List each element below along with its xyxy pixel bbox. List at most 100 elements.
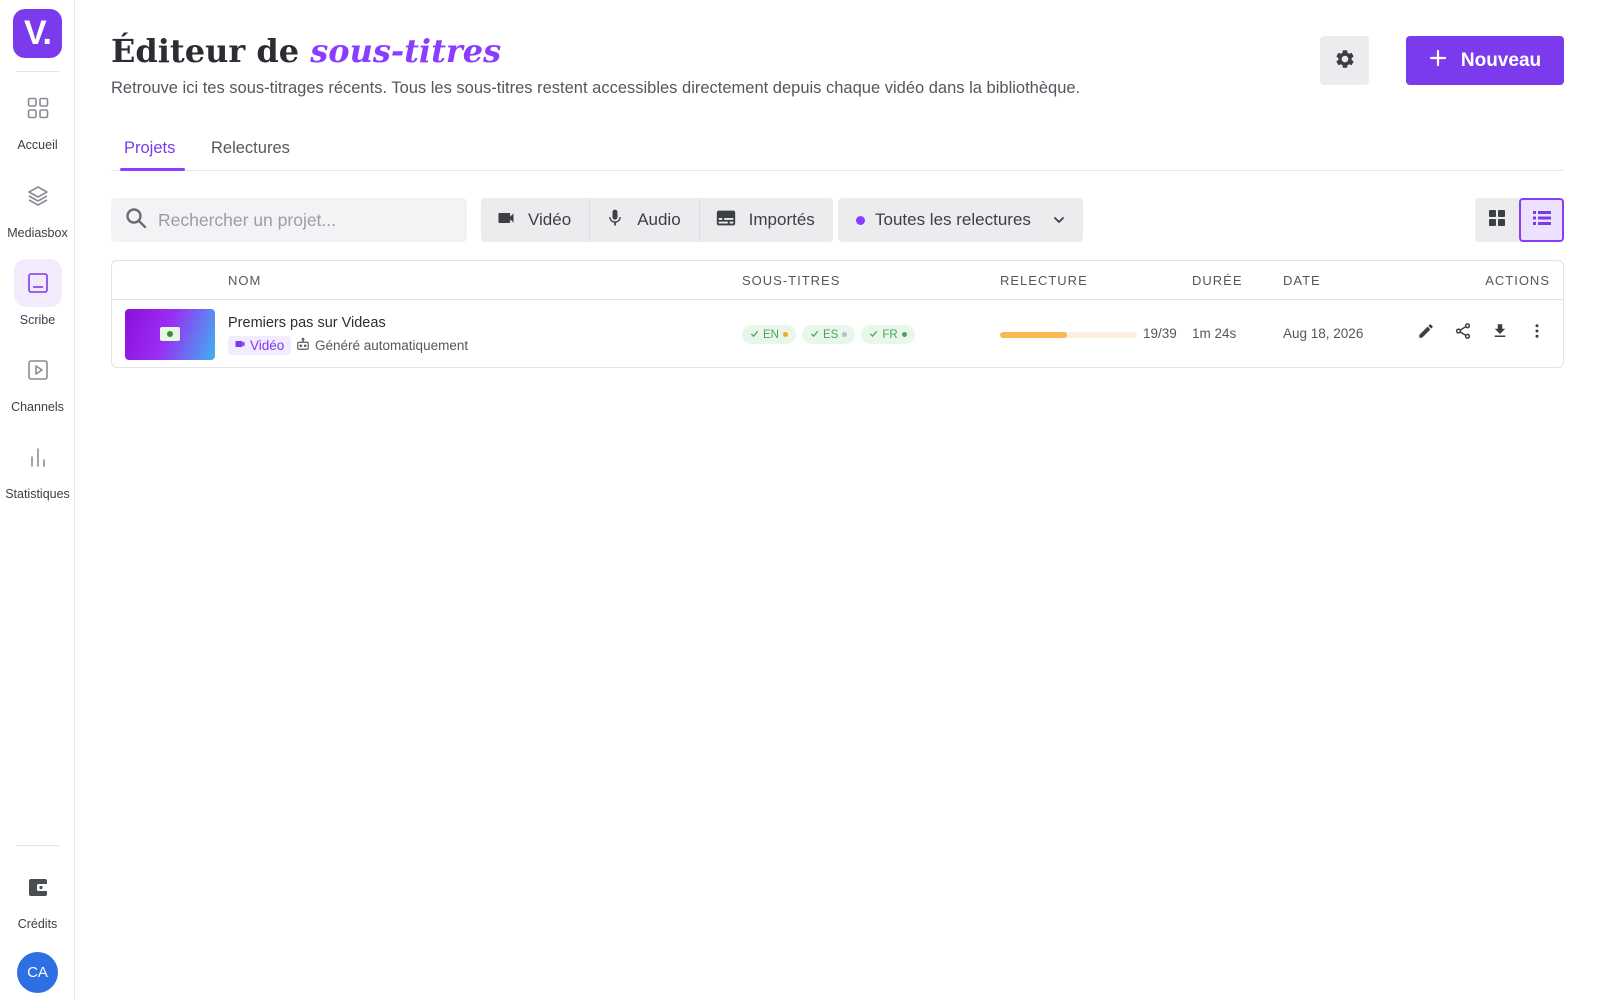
sidebar-item-label: Mediasbox bbox=[7, 226, 68, 240]
filter-label: Importés bbox=[748, 210, 815, 229]
language-status-dot bbox=[901, 332, 907, 337]
column-header-duree[interactable]: Durée bbox=[1192, 273, 1243, 288]
row-actions bbox=[1414, 321, 1549, 345]
check-icon bbox=[810, 329, 819, 341]
tab-relectures[interactable]: Relectures bbox=[211, 139, 290, 158]
origin-text: Généré automatiquement bbox=[315, 338, 469, 353]
column-header-sous-titres[interactable]: Sous-titres bbox=[742, 273, 840, 288]
column-header-nom[interactable]: Nom bbox=[228, 273, 261, 288]
share-button[interactable] bbox=[1451, 321, 1475, 345]
sidebar-item-label: Scribe bbox=[19, 313, 56, 327]
list-view-icon bbox=[1532, 210, 1551, 231]
microphone-icon bbox=[605, 208, 625, 233]
sidebar-item-scribe[interactable]: Scribe bbox=[0, 259, 75, 327]
play-square-icon bbox=[14, 346, 62, 394]
type-badge-label: Vidéo bbox=[250, 338, 285, 353]
robot-icon bbox=[296, 337, 310, 354]
review-progress-fill bbox=[1000, 332, 1067, 338]
status-dot bbox=[856, 215, 865, 225]
filter-label: Vidéo bbox=[528, 210, 572, 229]
layers-icon bbox=[14, 172, 62, 220]
tab-projets[interactable]: Projets bbox=[124, 139, 175, 158]
column-header-date[interactable]: Date bbox=[1283, 273, 1321, 288]
chevron-down-icon bbox=[1051, 212, 1067, 233]
subtitles-icon bbox=[715, 207, 737, 234]
sidebar-item-label: Crédits bbox=[17, 917, 58, 931]
sidebar-item-label: Statistiques bbox=[5, 487, 70, 501]
new-button-label: Nouveau bbox=[1460, 49, 1542, 71]
search-input[interactable] bbox=[158, 209, 438, 231]
sidebar-item-statistiques[interactable]: Statistiques bbox=[0, 433, 75, 501]
more-vertical-icon bbox=[1528, 322, 1546, 345]
filter-audio-button[interactable]: Audio bbox=[590, 198, 700, 242]
search-box bbox=[111, 198, 467, 242]
edit-button[interactable] bbox=[1414, 321, 1438, 345]
sidebar-item-label: Channels bbox=[11, 400, 64, 414]
table-header-divider bbox=[112, 299, 1563, 300]
grid-view-icon bbox=[1488, 209, 1506, 232]
language-code: EN bbox=[763, 328, 779, 341]
language-code: ES bbox=[822, 328, 839, 341]
subtitles-icon bbox=[13, 259, 62, 307]
filter-imported-button[interactable]: Importés bbox=[700, 198, 833, 242]
bar-chart-icon bbox=[14, 433, 62, 481]
origin-label: Généré automatiquement bbox=[296, 336, 468, 355]
view-toggle bbox=[1475, 198, 1564, 242]
new-project-button[interactable]: Nouveau bbox=[1406, 36, 1564, 85]
download-button[interactable] bbox=[1488, 321, 1512, 345]
search-icon bbox=[124, 206, 148, 235]
filter-label: Audio bbox=[637, 210, 681, 229]
language-status-dot bbox=[782, 332, 788, 337]
grid-view-button[interactable] bbox=[1475, 198, 1519, 242]
list-view-button[interactable] bbox=[1519, 198, 1564, 242]
sidebar-item-credits[interactable]: Crédits bbox=[0, 863, 75, 931]
check-icon bbox=[869, 329, 878, 341]
page-subtitle: Retrouve ici tes sous-titrages récents. … bbox=[111, 79, 1081, 97]
language-chip-en[interactable]: EN bbox=[742, 325, 796, 344]
active-tab-indicator bbox=[120, 168, 185, 171]
sidebar-item-mediasbox[interactable]: Mediasbox bbox=[0, 172, 75, 240]
settings-button[interactable] bbox=[1320, 36, 1369, 85]
date-value: Aug 18, 2026 bbox=[1283, 326, 1364, 341]
project-name[interactable]: Premiers pas sur Videas bbox=[228, 315, 386, 331]
review-progress-text: 19/39 bbox=[1143, 326, 1177, 341]
pencil-icon bbox=[1417, 322, 1435, 345]
app-logo[interactable]: V. bbox=[13, 9, 62, 58]
sidebar-item-channels[interactable]: Channels bbox=[0, 346, 75, 414]
sidebar-item-accueil[interactable]: Accueil bbox=[0, 84, 75, 152]
share-icon bbox=[1454, 322, 1472, 345]
type-badge: Vidéo bbox=[228, 336, 292, 355]
check-icon bbox=[750, 329, 759, 341]
review-filter-label: Toutes les relectures bbox=[875, 210, 1031, 229]
wallet-icon bbox=[14, 863, 62, 911]
more-options-button[interactable] bbox=[1525, 321, 1549, 345]
tab-bar: Projets Relectures bbox=[111, 130, 1564, 171]
video-thumbnail[interactable] bbox=[125, 309, 215, 360]
plus-icon bbox=[1429, 49, 1447, 73]
avatar[interactable]: CA bbox=[17, 952, 58, 993]
language-code: FR bbox=[882, 328, 898, 341]
language-chip-es[interactable]: ES bbox=[801, 325, 856, 344]
sidebar-item-label: Accueil bbox=[17, 138, 58, 152]
videocam-icon bbox=[496, 208, 516, 233]
sidebar-divider bbox=[16, 71, 59, 72]
filter-video-button[interactable]: Vidéo bbox=[481, 198, 591, 242]
sidebar-divider bbox=[16, 845, 59, 846]
language-chip-fr[interactable]: FR bbox=[861, 325, 915, 344]
language-status-dot bbox=[842, 332, 848, 337]
review-progress-bar bbox=[1000, 332, 1137, 338]
projects-table: Nom Sous-titres Relecture Durée Date Act… bbox=[111, 260, 1564, 368]
subtitle-languages: EN ES FR bbox=[742, 325, 915, 344]
gear-icon bbox=[1334, 48, 1356, 73]
column-header-actions: Actions bbox=[1485, 273, 1550, 288]
thumbnail-logo bbox=[160, 327, 180, 341]
column-header-relecture[interactable]: Relecture bbox=[1000, 273, 1088, 288]
grid-icon bbox=[14, 84, 62, 132]
review-filter-dropdown[interactable]: Toutes les relectures bbox=[838, 198, 1083, 242]
download-icon bbox=[1491, 322, 1509, 345]
duration-value: 1m 24s bbox=[1192, 326, 1237, 341]
videocam-icon bbox=[234, 338, 246, 353]
type-filter-group: Vidéo Audio Importés bbox=[481, 198, 833, 242]
sidebar: V. Accueil Mediasbox Scribe Channels Sta… bbox=[0, 0, 75, 1000]
page-title: Éditeur de sous-titres bbox=[111, 32, 502, 70]
